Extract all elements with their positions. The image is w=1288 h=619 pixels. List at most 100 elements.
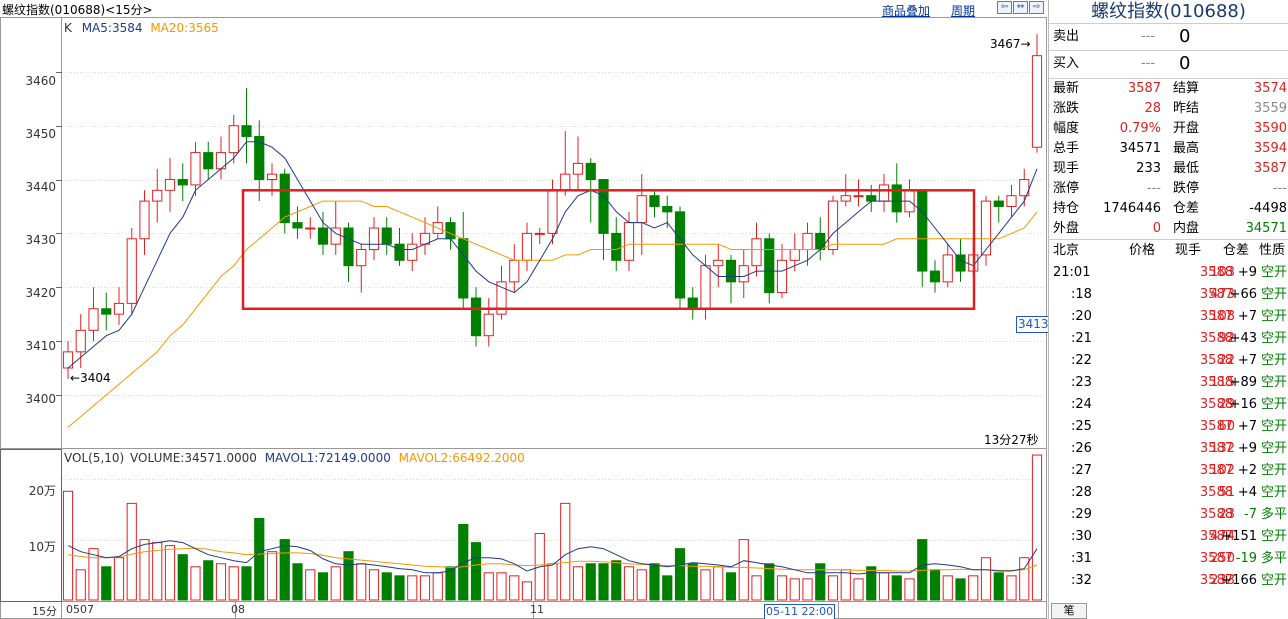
stat-label: 总手 <box>1053 141 1080 156</box>
tick-row[interactable]: :31 3587 250 -19 多平 <box>1049 548 1288 570</box>
candle-up <box>521 232 533 261</box>
candle-down <box>674 211 686 299</box>
stat-label: 最新 <box>1053 81 1080 96</box>
candle-down <box>993 200 1004 207</box>
volume-bar-up <box>75 569 86 601</box>
tick-tab[interactable]: 笔 <box>1051 603 1087 619</box>
volume-bar-up <box>126 502 137 601</box>
candle-down <box>687 297 698 310</box>
stats-row: 最新 3587 结算 3574 <box>1049 79 1288 99</box>
tick-time: 21:01 <box>1053 265 1091 280</box>
stats-row: 总手 34571 最高 3594 <box>1049 139 1288 159</box>
stats-table: 最新 3587 结算 3574 涨跌 28 昨结 3559 幅度 0.79% 开盘 3590 总手 345… <box>1049 79 1288 239</box>
y-tick-label: 3440 <box>25 180 56 194</box>
scroll-left-icon[interactable]: ⇦ <box>997 1 1012 14</box>
tick-row[interactable]: :32 3587 233 +166 空开 <box>1049 570 1288 592</box>
stat-value: 3594 <box>1253 141 1287 156</box>
tick-volume: 51 <box>1218 485 1235 500</box>
candle-up <box>572 162 584 175</box>
candle-down <box>203 152 214 170</box>
candle-up <box>190 152 201 186</box>
tick-row[interactable]: :28 3588 51 +4 空开 <box>1049 482 1288 504</box>
volume-bar-down <box>866 566 877 601</box>
tick-header-time: 北京 <box>1053 243 1080 258</box>
tick-oi: +151 <box>1221 529 1257 544</box>
chart-frame <box>0 17 1047 619</box>
tick-header-price: 价格 <box>1129 243 1156 258</box>
tick-nature: 空开 <box>1260 287 1287 302</box>
volume-bar-up <box>266 551 278 601</box>
stat-label: 涨停 <box>1053 181 1080 196</box>
volume-bar-up <box>113 557 125 601</box>
candle-down <box>394 243 405 261</box>
stat-value: --- <box>1272 181 1287 196</box>
kline-chart-area[interactable]: 螺纹指数(010688)<15分> 商品叠加 周期 ⇦ ⇔ ⇨ K MA5:35… <box>0 0 1051 619</box>
tick-row[interactable]: :23 3588 115 +89 空开 <box>1049 372 1288 394</box>
tick-row[interactable]: :29 3588 23 -7 多平 <box>1049 504 1288 526</box>
tick-oi: +9 <box>1237 265 1257 280</box>
volume-bar-up <box>878 572 890 601</box>
volume-bar-up <box>853 578 864 601</box>
tick-oi: +166 <box>1221 573 1257 588</box>
stat-label: 外盘 <box>1053 221 1080 236</box>
countdown-timer: 13分27秒 <box>984 433 1039 447</box>
candle-up <box>75 329 86 353</box>
period-link[interactable]: 周期 <box>951 2 975 19</box>
chart-title: 螺纹指数(010688)<15分> <box>2 3 153 17</box>
tick-header: 北京 价格 现手 仓差 性质 <box>1049 240 1288 262</box>
volume-bar-down <box>381 572 392 601</box>
tick-time: :22 <box>1071 353 1092 368</box>
candle-up <box>623 222 635 261</box>
candle-up <box>827 200 839 251</box>
tick-row[interactable]: :30 3587 474 +151 空开 <box>1049 526 1288 548</box>
tick-row[interactable]: :26 3587 132 +9 空开 <box>1049 438 1288 460</box>
volume-bar-up <box>572 566 584 601</box>
stat-label: 仓差 <box>1173 201 1200 216</box>
candle-up <box>547 189 558 234</box>
stats-row: 涨停 --- 跌停 --- <box>1049 179 1288 199</box>
volume-bar-down <box>279 539 290 601</box>
volume-bar-up <box>432 572 443 601</box>
volume-bar-down <box>955 578 966 601</box>
tick-row[interactable]: :25 3587 60 +7 空开 <box>1049 416 1288 438</box>
current-price-tag: 3413 <box>1016 316 1051 333</box>
volume-bar-up <box>419 575 431 601</box>
candle-up <box>802 232 813 251</box>
tick-row[interactable]: 21:01 3588 103 +9 空开 <box>1049 262 1288 284</box>
candle-up <box>560 173 571 191</box>
stats-row: 幅度 0.79% 开盘 3590 <box>1049 119 1288 139</box>
chart-canvas[interactable] <box>0 0 1048 619</box>
zoom-icon[interactable]: ⇔ <box>1013 1 1028 14</box>
tick-nature: 空开 <box>1260 463 1287 478</box>
tick-row[interactable]: :20 3587 108 +7 空开 <box>1049 306 1288 328</box>
overlay-link[interactable]: 商品叠加 <box>882 2 930 19</box>
candle-up <box>853 195 864 198</box>
tick-nature: 空开 <box>1260 441 1287 456</box>
tick-row[interactable]: :22 3588 22 +7 空开 <box>1049 350 1288 372</box>
tick-time: :31 <box>1071 551 1092 566</box>
tick-time: :25 <box>1071 419 1092 434</box>
x-tick-label: 0507 <box>66 603 94 616</box>
tick-time: :21 <box>1071 331 1092 346</box>
tick-nature: 多平 <box>1260 551 1287 566</box>
mavol2-legend: MAVOL2:66492.2000 <box>398 451 525 465</box>
stat-label: 现手 <box>1053 161 1080 176</box>
tick-row[interactable]: :21 3588 92 +43 空开 <box>1049 328 1288 350</box>
candle-up <box>88 308 99 331</box>
tick-row[interactable]: :24 3588 29 +16 空开 <box>1049 394 1288 416</box>
tick-row[interactable]: :27 3587 102 +2 空开 <box>1049 460 1288 482</box>
tick-row[interactable]: :18 3587 473 +66 空开 <box>1049 284 1288 306</box>
tick-volume: 22 <box>1218 353 1235 368</box>
stat-value: 34571 <box>1245 221 1287 236</box>
vol-tick-label: 10万 <box>28 540 56 554</box>
volume-bar-down <box>254 517 265 601</box>
candle-up <box>1031 55 1043 148</box>
scroll-right-icon[interactable]: ⇨ <box>1029 1 1044 14</box>
candle-down <box>955 254 966 272</box>
candle-down <box>470 297 482 337</box>
candle-down <box>649 195 660 207</box>
candle-down <box>343 227 354 267</box>
tick-oi: +7 <box>1237 353 1257 368</box>
candle-up <box>139 200 150 240</box>
volume-bar-up <box>1006 575 1017 601</box>
